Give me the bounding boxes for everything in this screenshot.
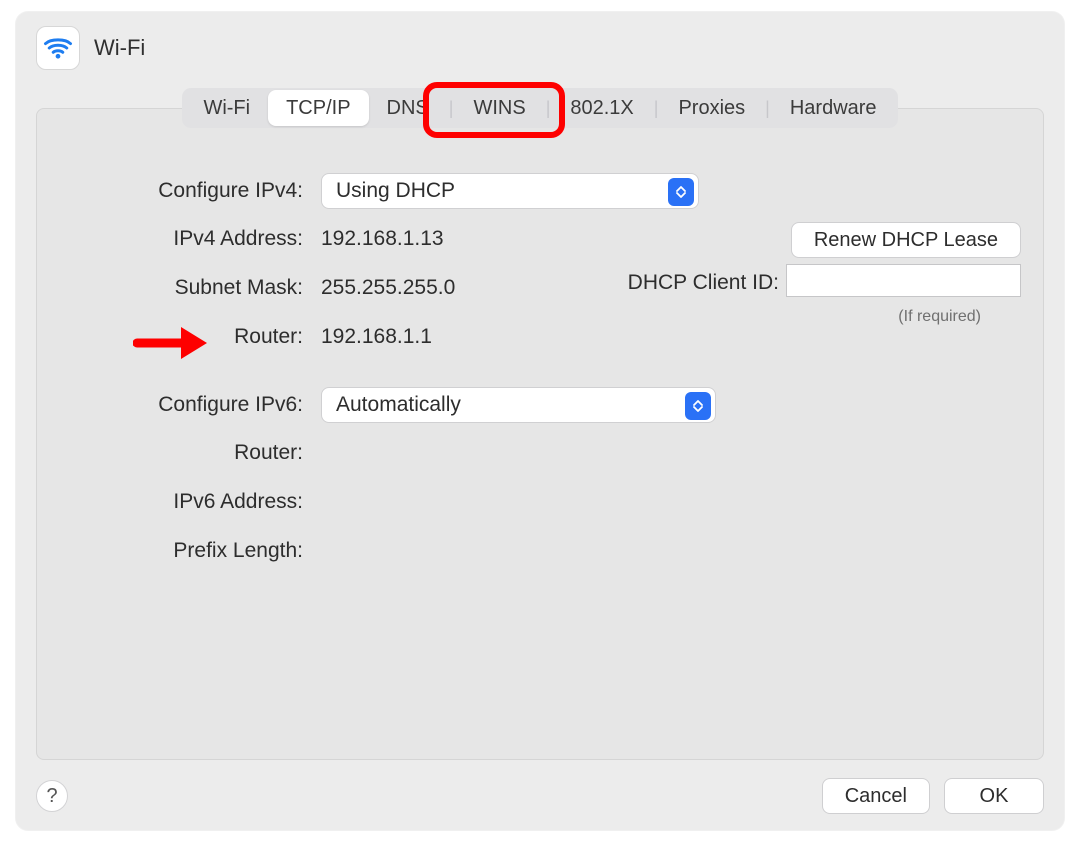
dhcp-client-id-label: DHCP Client ID: bbox=[628, 271, 779, 295]
router-ipv6-row: Router: bbox=[37, 441, 1043, 465]
tab-separator: | bbox=[447, 98, 456, 119]
tab-wins[interactable]: WINS bbox=[455, 90, 543, 126]
chevron-up-down-icon bbox=[668, 178, 694, 206]
chevron-up-down-icon bbox=[685, 392, 711, 420]
router-ipv4-value: 192.168.1.1 bbox=[321, 325, 432, 349]
window-title: Wi-Fi bbox=[94, 35, 145, 61]
configure-ipv4-row: Configure IPv4: Using DHCP bbox=[37, 173, 1043, 209]
tcpip-panel: Configure IPv4: Using DHCP IPv4 Address:… bbox=[36, 108, 1044, 760]
footer: ? Cancel OK bbox=[16, 774, 1064, 814]
router-ipv4-label: Router: bbox=[37, 325, 303, 349]
ok-button[interactable]: OK bbox=[944, 778, 1044, 814]
configure-ipv6-select[interactable]: Automatically bbox=[321, 387, 716, 423]
cancel-button[interactable]: Cancel bbox=[822, 778, 930, 814]
tab-separator: | bbox=[763, 98, 772, 119]
prefix-length-row: Prefix Length: bbox=[37, 539, 1043, 563]
renew-dhcp-lease-button[interactable]: Renew DHCP Lease bbox=[791, 222, 1021, 258]
tab-bar: Wi-Fi TCP/IP DNS | WINS | 802.1X | Proxi… bbox=[182, 88, 897, 128]
configure-ipv4-label: Configure IPv4: bbox=[37, 179, 303, 203]
network-prefs-window: Wi-Fi Wi-Fi TCP/IP DNS | WINS | 802.1X |… bbox=[16, 12, 1064, 830]
header: Wi-Fi bbox=[16, 12, 1064, 70]
tab-separator: | bbox=[652, 98, 661, 119]
tab-separator: | bbox=[544, 98, 553, 119]
tab-tcpip[interactable]: TCP/IP bbox=[268, 90, 368, 126]
tab-8021x[interactable]: 802.1X bbox=[552, 90, 651, 126]
tab-bar-container: Wi-Fi TCP/IP DNS | WINS | 802.1X | Proxi… bbox=[16, 88, 1064, 128]
ipv6-address-label: IPv6 Address: bbox=[37, 490, 303, 514]
tab-proxies[interactable]: Proxies bbox=[660, 90, 763, 126]
tab-hardware[interactable]: Hardware bbox=[772, 90, 895, 126]
subnet-mask-value: 255.255.255.0 bbox=[321, 276, 455, 300]
configure-ipv6-row: Configure IPv6: Automatically bbox=[37, 387, 1043, 423]
subnet-mask-label: Subnet Mask: bbox=[37, 276, 303, 300]
configure-ipv4-value: Using DHCP bbox=[336, 179, 455, 203]
help-button[interactable]: ? bbox=[36, 780, 68, 812]
prefix-length-label: Prefix Length: bbox=[37, 539, 303, 563]
wifi-icon bbox=[36, 26, 80, 70]
configure-ipv4-select[interactable]: Using DHCP bbox=[321, 173, 699, 209]
router-ipv4-row: Router: 192.168.1.1 bbox=[37, 325, 1043, 349]
dhcp-client-id-hint: (If required) bbox=[898, 308, 981, 326]
configure-ipv6-label: Configure IPv6: bbox=[37, 393, 303, 417]
ipv4-address-label: IPv4 Address: bbox=[37, 227, 303, 251]
configure-ipv6-value: Automatically bbox=[336, 393, 461, 417]
dhcp-client-id-input[interactable] bbox=[786, 264, 1021, 297]
router-ipv6-label: Router: bbox=[37, 441, 303, 465]
tab-wifi[interactable]: Wi-Fi bbox=[185, 90, 268, 126]
ipv6-address-row: IPv6 Address: bbox=[37, 490, 1043, 514]
tab-dns[interactable]: DNS bbox=[369, 90, 447, 126]
ipv4-address-value: 192.168.1.13 bbox=[321, 227, 444, 251]
